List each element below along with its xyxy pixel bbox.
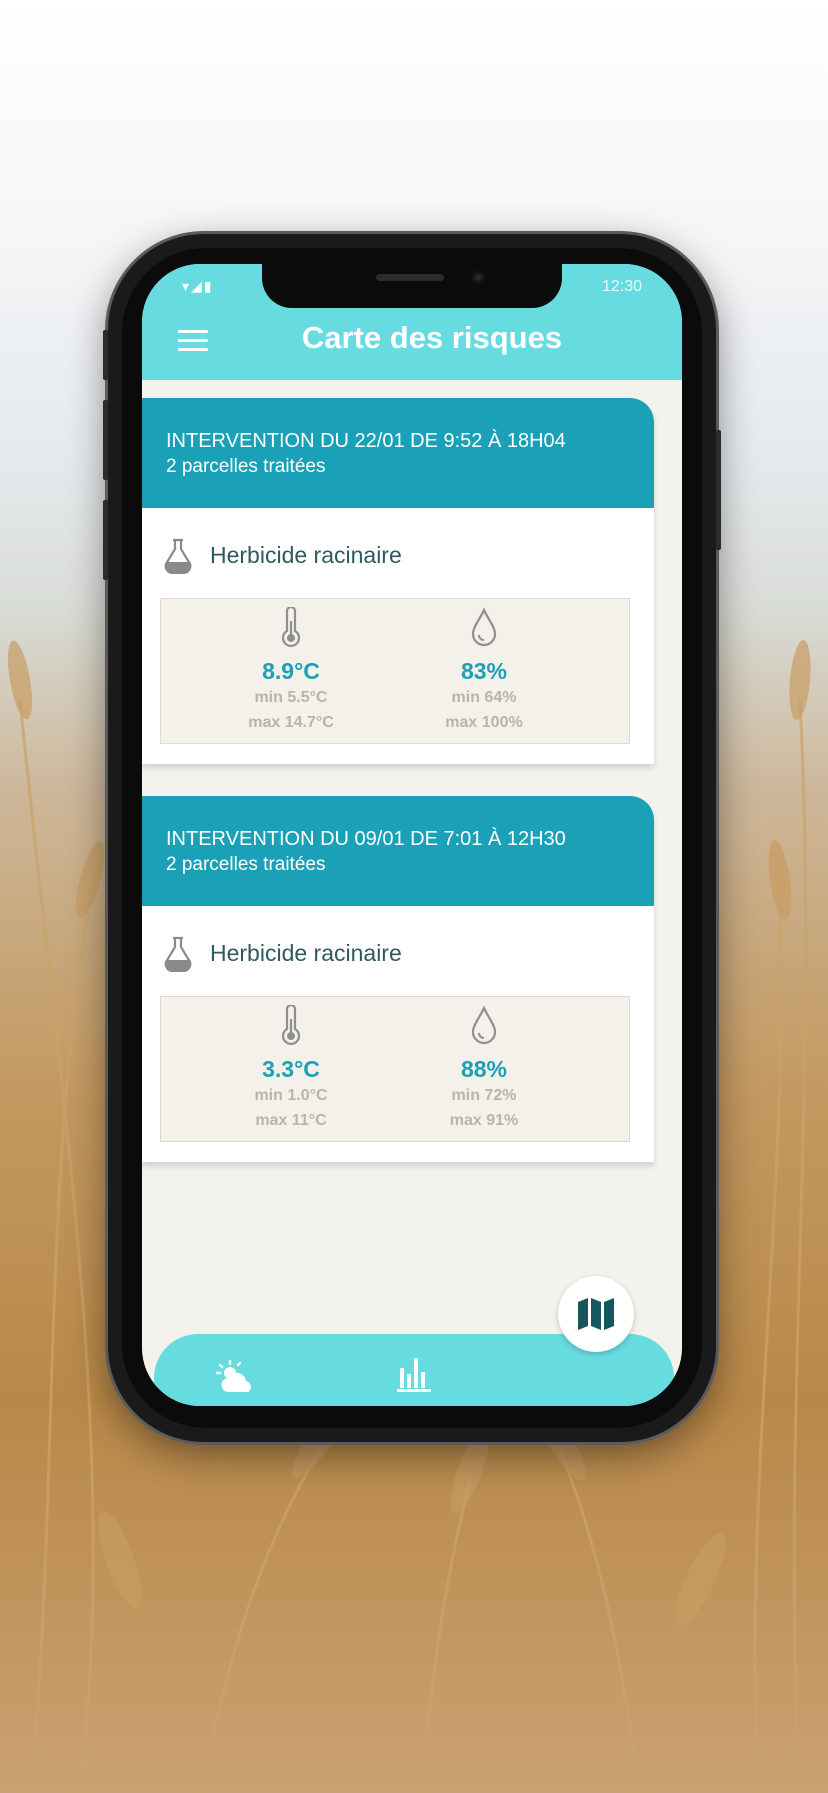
side-button <box>103 330 108 380</box>
weather-metrics: 8.9°C min 5.5°C max 14.7°C 83% min 64% m… <box>160 598 630 744</box>
map-icon <box>578 1298 614 1330</box>
humidity-max: max 100% <box>445 714 523 731</box>
drop-icon <box>471 607 497 647</box>
temperature-metric: 3.3°C min 1.0°C max 11°C <box>191 1003 391 1133</box>
temperature-metric: 8.9°C min 5.5°C max 14.7°C <box>191 605 391 735</box>
humidity-max: max 91% <box>449 1112 519 1129</box>
page-title: Carte des risques <box>301 320 563 355</box>
phone-speaker <box>376 274 444 281</box>
temperature-min: min 5.5°C <box>254 689 328 706</box>
humidity-min: min 72% <box>451 1087 517 1104</box>
humidity-metric: 83% min 64% max 100% <box>384 607 584 735</box>
product-name: Herbicide racinaire <box>210 542 402 568</box>
intervention-title: INTERVENTION DU 22/01 DE 9:52 À 18H04 <box>166 430 566 452</box>
temperature-value: 3.3°C <box>262 1056 320 1082</box>
weather-icon <box>215 1359 251 1392</box>
app-screen: ▾◢▮ 12:30 Carte des risques INTERVENTION… <box>142 264 682 1406</box>
intervention-subtitle: 2 parcelles traitées <box>166 456 326 477</box>
intervention-card[interactable]: INTERVENTION DU 09/01 DE 7:01 À 12H30 2 … <box>142 796 654 1162</box>
intervention-subtitle: 2 parcelles traitées <box>166 854 326 875</box>
humidity-value: 88% <box>460 1056 508 1082</box>
nav-weather[interactable] <box>215 1359 256 1399</box>
nav-chart[interactable] <box>394 1354 434 1399</box>
humidity-value: 83% <box>460 658 508 684</box>
product-row: Herbicide racinaire <box>142 508 654 598</box>
volume-down-button <box>103 500 108 580</box>
temperature-min: min 1.0°C <box>254 1087 328 1104</box>
intervention-title: INTERVENTION DU 09/01 DE 7:01 À 12H30 <box>166 828 566 850</box>
temperature-value: 8.9°C <box>262 658 320 684</box>
intervention-header: INTERVENTION DU 22/01 DE 9:52 À 18H04 2 … <box>142 398 654 508</box>
humidity-min: min 64% <box>451 689 517 706</box>
chart-icon <box>397 1358 431 1392</box>
phone-camera <box>472 271 485 284</box>
product-name: Herbicide racinaire <box>210 940 402 966</box>
flask-icon <box>164 538 192 574</box>
nav-map[interactable] <box>558 1276 634 1352</box>
volume-up-button <box>103 400 108 480</box>
status-icons: ▾◢▮ <box>182 278 214 294</box>
drop-icon <box>471 1005 497 1045</box>
thermometer-icon <box>281 1003 301 1046</box>
intervention-card[interactable]: INTERVENTION DU 22/01 DE 9:52 À 18H04 2 … <box>142 398 654 764</box>
status-time: 12:30 <box>601 278 642 295</box>
temperature-max: max 14.7°C <box>248 714 334 731</box>
thermometer-icon <box>281 605 301 648</box>
phone-notch <box>262 264 562 308</box>
intervention-header: INTERVENTION DU 09/01 DE 7:01 À 12H30 2 … <box>142 796 654 906</box>
weather-metrics: 3.3°C min 1.0°C max 11°C 88% min 72% max… <box>160 996 630 1142</box>
power-button <box>716 430 721 550</box>
product-row: Herbicide racinaire <box>142 906 654 996</box>
flask-icon <box>164 936 192 972</box>
temperature-max: max 11°C <box>255 1112 327 1129</box>
humidity-metric: 88% min 72% max 91% <box>384 1005 584 1133</box>
